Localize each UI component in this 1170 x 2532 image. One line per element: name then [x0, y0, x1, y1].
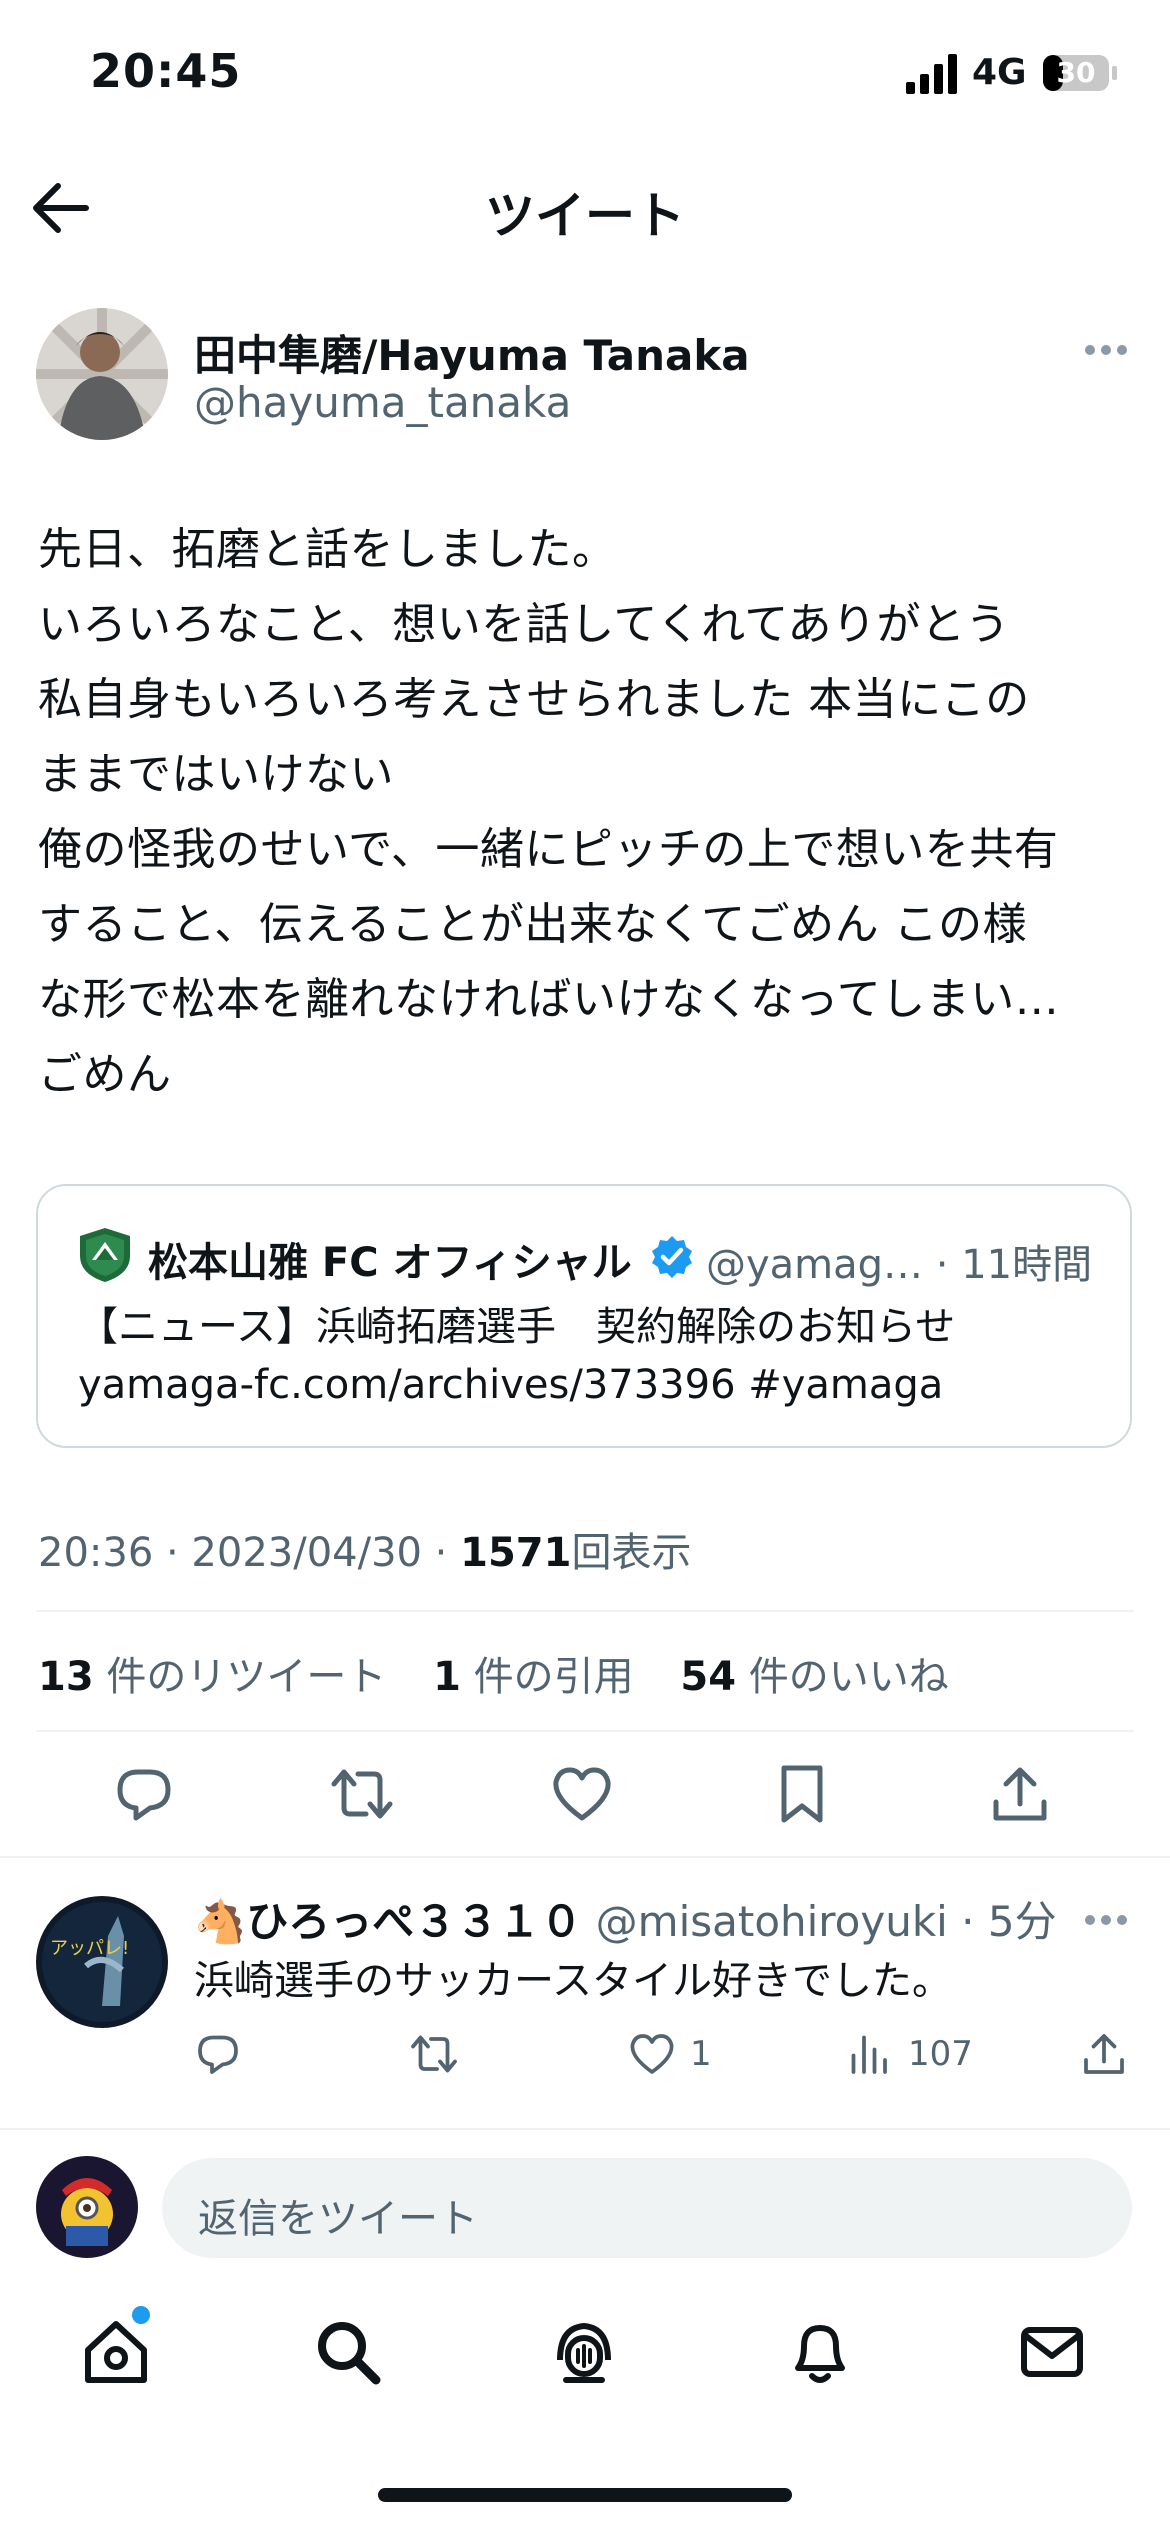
quoted-tweet-card[interactable]: 松本山雅 FC オフィシャル @yamag… · 11時間 【ニュース】浜崎拓磨… [36, 1184, 1132, 1448]
more-dots-icon[interactable] [1084, 1914, 1128, 1926]
status-time: 20:45 [90, 44, 242, 98]
reply-views-button[interactable]: 107 [846, 2030, 973, 2078]
signal-icon [906, 54, 957, 94]
home-icon[interactable] [80, 2316, 152, 2388]
like-label: 件のいいね [748, 1654, 949, 1700]
like-count: 54 [680, 1654, 737, 1700]
views-icon [851, 2035, 887, 2074]
reply-author-name: 🐴ひろっぺ３３１０ [194, 1897, 583, 1946]
reply-icon [198, 2035, 238, 2074]
like-stat[interactable]: 54 件のいいね [680, 1654, 954, 1700]
tweet-time-date: 20:36 · 2023/04/30 · [38, 1530, 461, 1576]
quoted-handle-time: @yamag… · 11時間 [706, 1242, 1093, 1288]
view-count: 1571 [460, 1530, 572, 1576]
spaces-icon[interactable] [548, 2316, 620, 2388]
reply-view-count: 107 [908, 2034, 973, 2074]
reply-handle-time: @misatohiroyuki · 5分 [595, 1897, 1057, 1946]
reply-retweet-button[interactable] [410, 2030, 472, 2078]
tweet-timestamp: 20:36 · 2023/04/30 · 1571回表示 [38, 1520, 691, 1578]
page-title: ツイート [485, 187, 685, 245]
more-dots-icon[interactable] [1084, 344, 1128, 356]
reply-header[interactable]: 🐴ひろっぺ３３１０ @misatohiroyuki · 5分 [194, 1888, 1057, 1949]
battery-level: 30 [1056, 56, 1096, 89]
mail-icon[interactable] [1016, 2316, 1088, 2388]
notification-dot [132, 2306, 150, 2324]
reply-icon[interactable] [112, 1762, 176, 1826]
retweet-icon [411, 2035, 457, 2073]
author-name[interactable]: 田中隼磨/Hayuma Tanaka [194, 322, 750, 383]
author-handle[interactable]: @hayuma_tanaka [194, 378, 571, 427]
home-indicator [378, 2488, 792, 2502]
divider [36, 1610, 1134, 1612]
view-count-label: 回表示 [571, 1530, 692, 1576]
verified-badge-icon [652, 1236, 692, 1278]
quoted-tweet-text: 【ニュース】浜崎拓磨選手 契約解除のお知らせ yamaga-fc.com/arc… [78, 1304, 956, 1408]
bell-icon[interactable] [784, 2316, 856, 2388]
reply-reply-button[interactable] [194, 2030, 256, 2078]
share-icon [1084, 2034, 1124, 2074]
bookmark-icon[interactable] [770, 1762, 834, 1826]
club-logo-icon [80, 1228, 130, 1282]
svg-text:アッパレ!: アッパレ! [50, 1938, 129, 1959]
share-icon[interactable] [988, 1762, 1052, 1826]
heart-icon[interactable] [550, 1762, 614, 1826]
author-avatar[interactable] [36, 308, 168, 440]
retweet-icon[interactable] [330, 1762, 394, 1826]
reply-like-count: 1 [690, 2034, 712, 2074]
retweet-stat[interactable]: 13 件のリツイート [38, 1654, 392, 1700]
reply-share-button[interactable] [1080, 2030, 1128, 2078]
tweet-text: 先日、拓磨と話をしました。 いろいろなこと、想いを話してくれてありがとう 私自身… [38, 524, 1060, 1100]
back-arrow-icon[interactable] [30, 178, 94, 238]
reply-text: 浜崎選手のサッカースタイル好きでした。 [194, 1958, 952, 2004]
network-type: 4G [972, 52, 1027, 93]
retweet-label: 件のリツイート [106, 1654, 387, 1700]
reply-author-avatar[interactable]: アッパレ! [36, 1896, 168, 2028]
my-avatar [36, 2156, 138, 2258]
reply-compose-input[interactable]: 返信をツイート [162, 2158, 1132, 2258]
battery-icon: 30 [1042, 54, 1118, 92]
engagement-stats: 13 件のリツイート 1 件の引用 54 件のいいね [38, 1644, 961, 1702]
quoted-author-name: 松本山雅 FC オフィシャル [148, 1240, 632, 1286]
divider [0, 1856, 1170, 1858]
search-icon[interactable] [312, 2316, 384, 2388]
reply-like-button[interactable]: 1 [628, 2030, 712, 2078]
heart-icon [630, 2034, 674, 2074]
quote-label: 件の引用 [473, 1654, 634, 1700]
quote-stat[interactable]: 1 件の引用 [433, 1654, 640, 1700]
quote-count: 1 [433, 1654, 461, 1700]
retweet-count: 13 [38, 1654, 94, 1700]
divider [0, 2128, 1170, 2130]
divider [36, 1730, 1134, 1732]
